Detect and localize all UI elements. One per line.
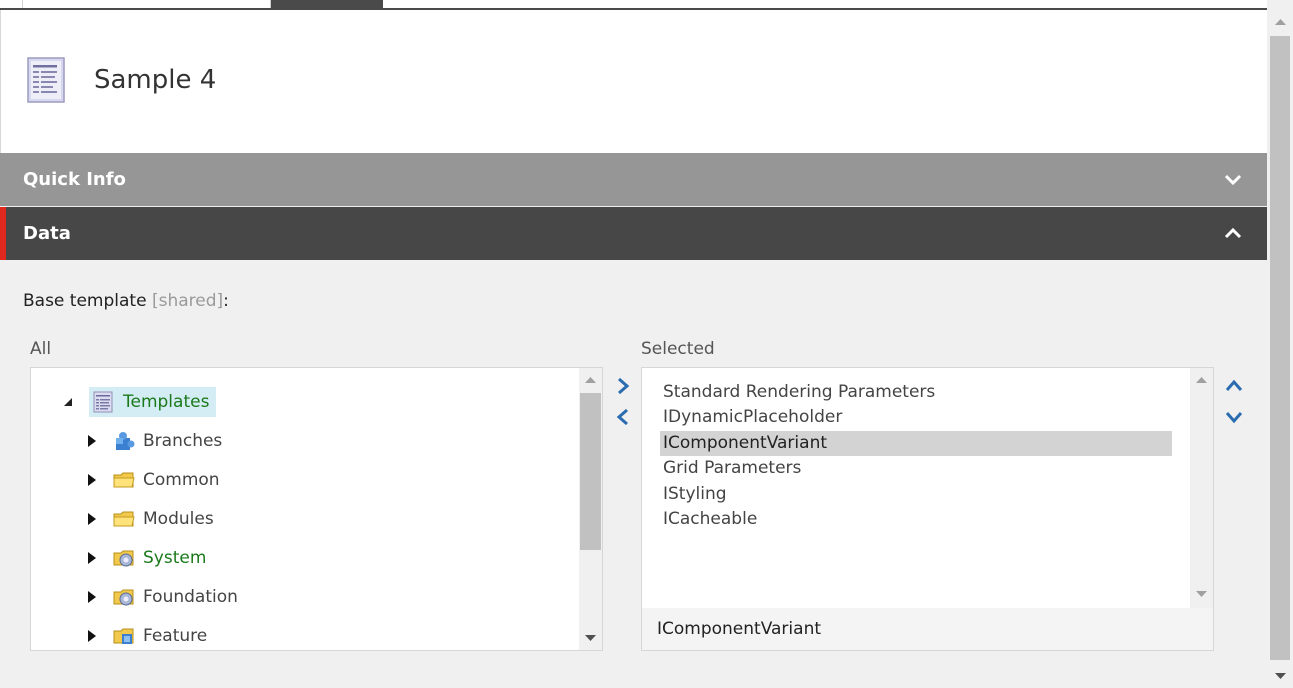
field-label: Base template [shared]: [23, 291, 229, 311]
branch-puzzle-icon [113, 430, 135, 452]
item-header: Sample 4 [0, 10, 1267, 153]
section-quick-info-label: Quick Info [23, 169, 126, 190]
tree-scrollbar-thumb[interactable] [580, 393, 601, 550]
item-title: Sample 4 [94, 65, 217, 95]
tree-node-foundation[interactable]: Foundation [85, 582, 238, 612]
chevron-up-icon[interactable] [1223, 223, 1243, 243]
field-label-colon: : [223, 291, 229, 311]
section-data[interactable]: Data [0, 207, 1267, 260]
expand-arrow-icon[interactable] [85, 590, 99, 604]
editor-tab[interactable] [22, 0, 130, 8]
shared-indicator: [shared] [151, 291, 224, 311]
editor-tab-active[interactable] [271, 0, 383, 8]
remove-from-selected-arrow-icon[interactable] [613, 407, 633, 427]
template-icon [93, 391, 115, 413]
chevron-down-icon[interactable] [1223, 169, 1243, 189]
folder-icon [113, 469, 135, 491]
expand-arrow-icon[interactable] [85, 512, 99, 526]
expand-arrow-icon[interactable] [85, 434, 99, 448]
tree-node-system[interactable]: System [85, 543, 206, 573]
selected-templates-list[interactable]: Standard Rendering Parameters IDynamicPl… [641, 367, 1214, 651]
system-folder-icon [113, 586, 135, 608]
tree-node-label: Feature [143, 626, 208, 646]
expand-arrow-icon[interactable] [85, 473, 99, 487]
tree-node-branches[interactable]: Branches [85, 426, 222, 456]
list-item-selected[interactable]: IComponentVariant [660, 431, 1172, 456]
move-down-arrow-icon[interactable] [1224, 407, 1244, 427]
tree-node-label: Branches [143, 431, 223, 451]
collapse-arrow-icon[interactable] [61, 395, 75, 409]
scroll-up-arrow-icon[interactable] [585, 376, 596, 384]
list-item[interactable]: Standard Rendering Parameters [660, 380, 1172, 405]
selected-item-name: IComponentVariant [642, 608, 1213, 650]
template-tree[interactable]: Templates Branches Common Modules System… [30, 367, 603, 651]
tree-node-label: Templates [123, 392, 210, 412]
active-section-marker [0, 207, 6, 260]
add-to-selected-arrow-icon[interactable] [613, 376, 633, 396]
tree-node-label: Foundation [143, 587, 238, 607]
list-item[interactable]: Grid Parameters [660, 456, 1172, 481]
scroll-down-arrow-icon[interactable] [585, 634, 596, 642]
scroll-down-arrow-icon[interactable] [1196, 590, 1207, 598]
tree-node-selected[interactable]: Templates [89, 387, 217, 417]
list-item[interactable]: IDynamicPlaceholder [660, 405, 1172, 430]
system-folder-icon [113, 547, 135, 569]
content-editor: Sample 4 Quick Info Data Base template [… [0, 10, 1267, 688]
expand-arrow-icon[interactable] [85, 629, 99, 643]
scroll-up-arrow-icon[interactable] [1196, 376, 1207, 384]
expand-arrow-icon[interactable] [85, 551, 99, 565]
tree-node-feature[interactable]: Feature [85, 621, 208, 650]
selected-list-items: Standard Rendering Parameters IDynamicPl… [642, 368, 1194, 608]
selected-list-scrollbar[interactable] [1190, 368, 1213, 608]
section-quick-info[interactable]: Quick Info [0, 153, 1267, 206]
tree-node-label: System [143, 548, 207, 568]
editor-tab[interactable] [129, 0, 271, 8]
editor-tab-strip [0, 0, 1267, 10]
field-label-text: Base template [23, 291, 147, 311]
tree-node-label: Common [143, 470, 220, 490]
tree-node-templates[interactable]: Templates [61, 387, 217, 417]
template-icon [27, 57, 65, 103]
tree-node-modules[interactable]: Modules [85, 504, 214, 534]
tree-node-label: Modules [143, 509, 214, 529]
section-data-label: Data [23, 223, 71, 244]
scroll-up-arrow-icon[interactable] [1275, 18, 1286, 26]
selected-list-header: Selected [641, 339, 715, 359]
folder-icon [113, 508, 135, 530]
all-list-header: All [30, 339, 52, 359]
list-item[interactable]: IStyling [660, 482, 1172, 507]
move-up-arrow-icon[interactable] [1224, 376, 1244, 396]
feature-folder-icon [113, 625, 135, 647]
list-item[interactable]: ICacheable [660, 507, 1172, 532]
tree-scrollbar[interactable] [579, 368, 602, 650]
page-scrollbar-thumb[interactable] [1270, 36, 1290, 660]
tree-node-common[interactable]: Common [85, 465, 220, 495]
scroll-down-arrow-icon[interactable] [1275, 672, 1286, 680]
